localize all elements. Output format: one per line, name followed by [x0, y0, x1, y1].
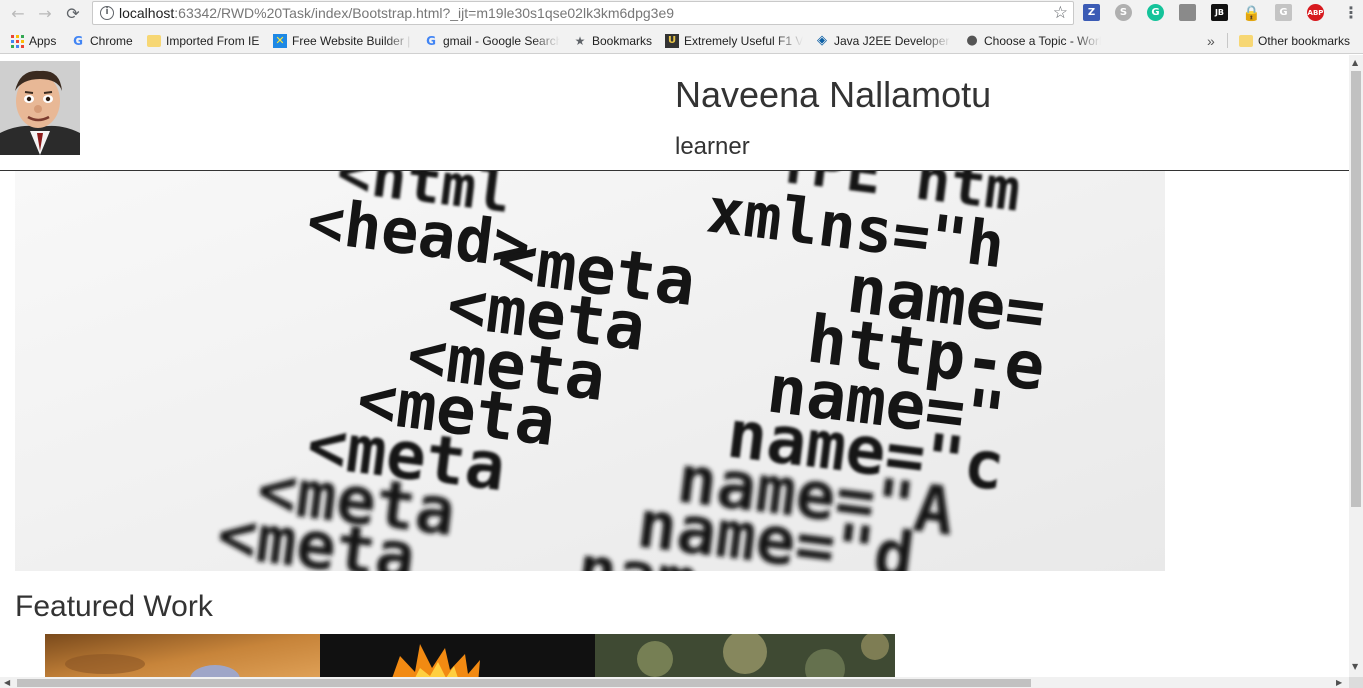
- bookmark-imported-from-ie[interactable]: Imported From IE: [147, 32, 259, 49]
- bookmark-label: Other bookmarks: [1258, 33, 1351, 48]
- bookmark-free-website-builder[interactable]: ✕ Free Website Builder |: [273, 32, 413, 49]
- bookmark-label: gmail - Google Search: [443, 33, 560, 48]
- bookmark-label: Chrome: [90, 33, 133, 48]
- url-text[interactable]: localhost:63342/RWD%20Task/index/Bootstr…: [119, 5, 674, 21]
- lock-extension-icon[interactable]: 🔒: [1242, 4, 1261, 22]
- scroll-up-icon[interactable]: ▲: [1352, 58, 1358, 67]
- extension-icon[interactable]: [1179, 4, 1196, 21]
- bookmark-bookmarks[interactable]: ★ Bookmarks: [573, 32, 652, 49]
- page-viewport: Naveena Nallamotu learner <html YPE htm …: [0, 55, 1349, 677]
- bookmark-other-bookmarks[interactable]: Other bookmarks: [1239, 32, 1350, 49]
- page-subtitle: learner: [675, 133, 750, 160]
- bookmark-extremely-useful-f1[interactable]: U Extremely Useful F1 Vi: [665, 32, 803, 49]
- apple-icon: ●: [966, 32, 978, 48]
- scroll-left-icon[interactable]: ◀: [4, 678, 10, 687]
- bookmark-star-icon[interactable]: ☆: [1053, 3, 1068, 23]
- google-extension-icon[interactable]: G: [1275, 4, 1292, 21]
- apps-grid-icon: [10, 34, 24, 48]
- hero-image: <html YPE htm <head> xmlns="h <meta name…: [15, 171, 1165, 571]
- featured-work-gallery: [45, 634, 895, 677]
- website-builder-icon: ✕: [273, 33, 287, 48]
- page-title: Naveena Nallamotu: [675, 74, 992, 115]
- bookmark-gmail-google-search[interactable]: G gmail - Google Search: [424, 32, 560, 49]
- bookmarks-overflow-chevron-icon[interactable]: »: [1207, 32, 1215, 49]
- jetbrains-extension-icon[interactable]: JB: [1211, 4, 1228, 21]
- udemy-icon: U: [665, 33, 679, 48]
- bookmarks-bar: Apps G Chrome Imported From IE ✕ Free We…: [0, 27, 1363, 54]
- browser-toolbar: ← → ⟳ i localhost:63342/RWD%20Task/index…: [0, 0, 1363, 27]
- divider: [1227, 33, 1228, 48]
- menu-kebab-icon[interactable]: ⋮: [1343, 3, 1359, 22]
- google-g-icon: G: [73, 33, 83, 48]
- bookmark-chrome[interactable]: G Chrome: [71, 32, 133, 49]
- vertical-scroll-thumb[interactable]: [1351, 71, 1361, 507]
- bookmark-label: Choose a Topic - Worl: [984, 33, 1101, 48]
- diamond-icon: ◈: [817, 32, 827, 48]
- bookmark-java-j2ee-developer[interactable]: ◈ Java J2EE Developer a: [815, 32, 951, 49]
- url-path: :63342/RWD%20Task/index/Bootstrap.html?_…: [174, 5, 675, 21]
- folder-icon: [147, 34, 161, 47]
- grammarly-extension-icon[interactable]: G: [1147, 4, 1164, 21]
- scroll-down-icon[interactable]: ▼: [1352, 662, 1358, 671]
- info-icon[interactable]: i: [100, 6, 114, 20]
- featured-work-thumbnail[interactable]: [320, 634, 595, 677]
- bookmark-label: Free Website Builder |: [292, 33, 411, 48]
- bookmark-label: Apps: [29, 33, 57, 48]
- folder-icon: [1239, 34, 1253, 47]
- horizontal-scrollbar[interactable]: ◀ ▶: [0, 677, 1349, 688]
- avatar: [0, 61, 80, 155]
- scrollbar-corner: [1349, 677, 1363, 688]
- bookmark-label: Extremely Useful F1 Vi: [684, 33, 803, 48]
- back-icon[interactable]: ←: [8, 3, 28, 23]
- bookmark-label: Java J2EE Developer a: [834, 33, 951, 48]
- featured-work-thumbnail[interactable]: [45, 634, 320, 677]
- google-g-icon: G: [426, 33, 436, 48]
- vertical-scrollbar[interactable]: ▲ ▼: [1349, 55, 1363, 677]
- bookmark-label: Bookmarks: [592, 33, 653, 48]
- horizontal-scroll-thumb[interactable]: [17, 679, 1031, 687]
- section-heading: Featured Work: [15, 590, 213, 623]
- url-host: localhost: [119, 5, 175, 21]
- reload-icon[interactable]: ⟳: [63, 3, 83, 23]
- address-bar[interactable]: i localhost:63342/RWD%20Task/index/Boots…: [92, 1, 1074, 25]
- bookmark-apps[interactable]: Apps: [10, 32, 56, 49]
- bookmark-label: Imported From IE: [166, 33, 260, 48]
- featured-work-thumbnail[interactable]: [595, 634, 895, 677]
- zotero-extension-icon[interactable]: Z: [1083, 4, 1100, 21]
- scroll-right-icon[interactable]: ▶: [1336, 678, 1342, 687]
- forward-icon[interactable]: →: [35, 3, 55, 23]
- bookmark-choose-a-topic[interactable]: ● Choose a Topic - Worl: [965, 32, 1101, 49]
- skype-extension-icon[interactable]: S: [1115, 4, 1132, 21]
- star-icon: ★: [574, 33, 586, 48]
- adblock-plus-icon[interactable]: ABP: [1307, 4, 1324, 21]
